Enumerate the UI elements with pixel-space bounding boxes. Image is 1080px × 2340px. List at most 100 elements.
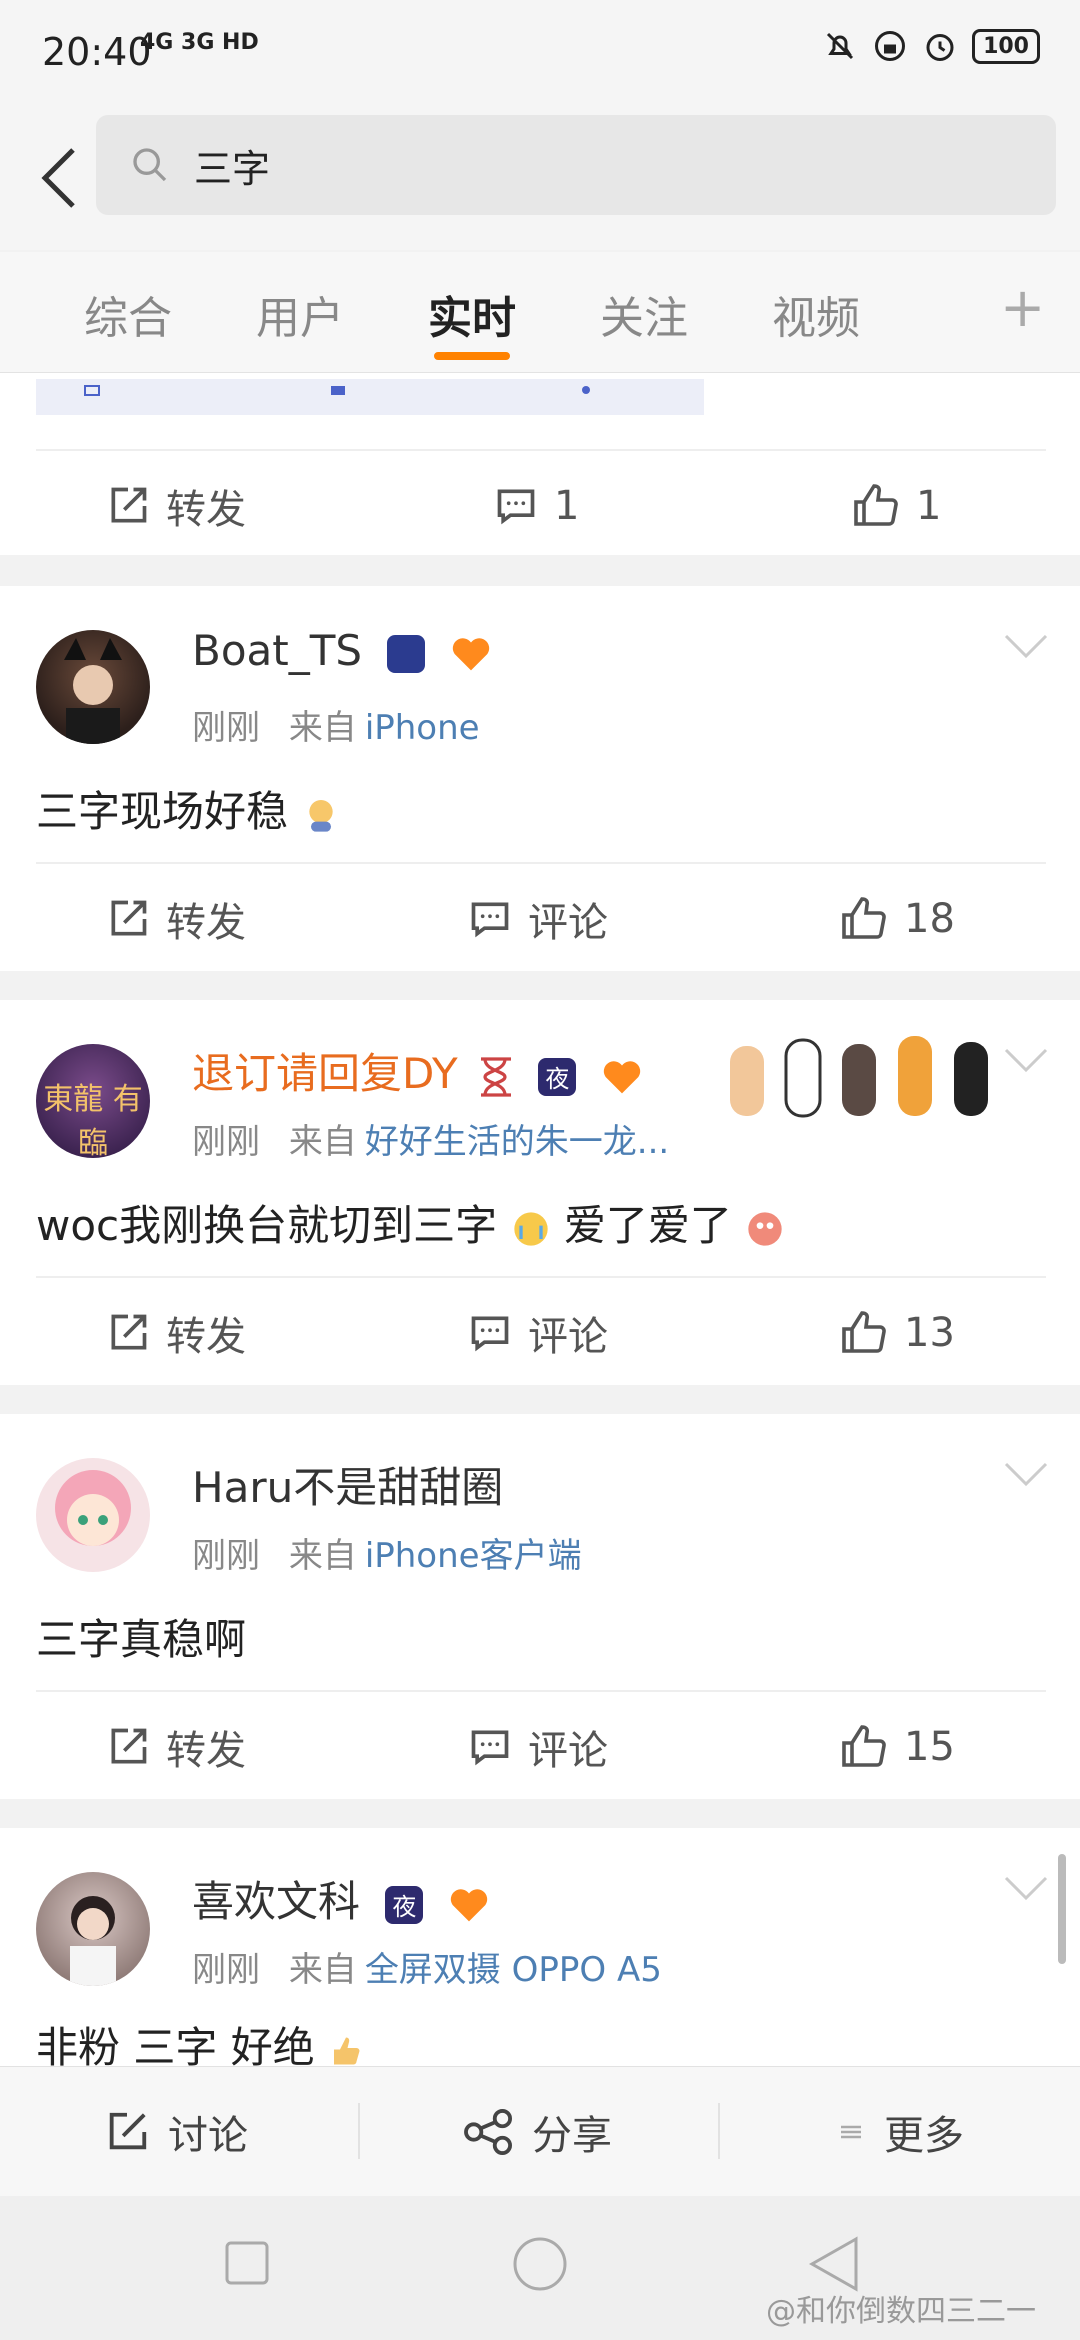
post-text: 三字现场好稳 <box>36 778 341 839</box>
tab-following[interactable]: 关注 <box>600 282 688 346</box>
username-text: 喜欢文科 <box>192 1877 361 1926</box>
comment-button[interactable]: 评论 <box>468 1278 608 1388</box>
username[interactable]: 喜欢文科 夜 <box>192 1868 489 1929</box>
thumbs-up-emoji-icon <box>334 2037 360 2064</box>
tab-overview[interactable]: 综合 <box>84 282 172 346</box>
post-actions: 转发 评论 15 <box>0 1692 1080 1802</box>
comment-icon <box>497 489 535 525</box>
chevron-down-icon[interactable] <box>1004 1462 1048 1488</box>
home-button[interactable] <box>512 2236 568 2292</box>
username[interactable]: Boat_TS <box>192 626 491 675</box>
post-card: 東龍 有臨 退订请回复DY 夜 刚刚 来自 好好生活的朱一龙... woc我刚换台… <box>0 1000 1080 1385</box>
post-source[interactable]: 好好生活的朱一龙... <box>365 1122 669 1162</box>
heart-icon <box>452 637 489 670</box>
active-tab-indicator <box>434 352 510 360</box>
post-actions: 转发 1 1 <box>0 451 1080 561</box>
chat-icon <box>331 386 345 395</box>
from-label: 来自 <box>288 708 357 748</box>
search-input[interactable]: 三字 <box>96 115 1056 215</box>
cat-paws-decoration-icon <box>730 1036 988 1118</box>
like-button[interactable]: 18 <box>840 864 955 974</box>
network-indicator: 4G 3G HD <box>140 30 259 55</box>
chevron-down-icon[interactable] <box>1004 1048 1048 1074</box>
thumbs-up-icon <box>842 897 886 939</box>
repost-label: 转发 <box>166 487 246 533</box>
repost-button[interactable]: 转发 <box>106 864 246 974</box>
comment-label: 评论 <box>528 1314 608 1360</box>
tab-video[interactable]: 视频 <box>772 282 860 346</box>
username-text: Haru不是甜甜圈 <box>192 1463 504 1512</box>
post-time: 刚刚 <box>192 1536 260 1576</box>
avatar[interactable] <box>36 1458 150 1572</box>
girl-avatar-icon <box>70 1896 116 1986</box>
search-icon <box>133 148 167 182</box>
share-button[interactable]: 分享 <box>464 2067 612 2197</box>
mute-bell-icon <box>827 32 854 60</box>
repost-button[interactable]: 转发 <box>106 451 246 561</box>
like-count: 1 <box>916 483 942 529</box>
avatar[interactable]: 東龍 有臨 <box>36 1044 150 1158</box>
discuss-label: 讨论 <box>168 2113 248 2159</box>
more-button[interactable]: 更多 <box>836 2067 964 2197</box>
post-text: 三字真稳啊 <box>36 1606 246 1667</box>
tab-users[interactable]: 用户 <box>256 282 344 346</box>
recent-apps-button[interactable] <box>224 2240 270 2286</box>
night-badge-icon: 夜 <box>385 1885 424 1924</box>
post-time: 刚刚 <box>192 1950 260 1990</box>
like-count: 18 <box>904 896 955 942</box>
scrollbar[interactable] <box>1058 1854 1066 1964</box>
chevron-down-icon[interactable] <box>1004 634 1048 660</box>
chevron-down-icon[interactable] <box>1004 1876 1048 1902</box>
battery-indicator: 100 <box>972 28 1040 64</box>
share-icon <box>464 2109 512 2155</box>
share-label: 分享 <box>532 2113 612 2159</box>
post-actions: 转发 评论 13 <box>0 1278 1080 1388</box>
watermark: @和你倒数四三二一 <box>766 2294 1036 2329</box>
back-button[interactable] <box>24 138 94 218</box>
like-button[interactable]: 15 <box>840 1692 955 1802</box>
comment-button[interactable]: 评论 <box>468 1692 608 1802</box>
add-tab-button[interactable]: + <box>1000 276 1045 339</box>
like-button[interactable]: 1 <box>852 451 941 561</box>
heart-icon <box>603 1060 640 1093</box>
separator <box>358 2103 360 2159</box>
comment-icon <box>471 902 509 938</box>
tab-bar: 综合 用户 实时 关注 视频 + <box>0 252 1080 373</box>
menu-lines-icon <box>841 2125 861 2139</box>
post-meta: 刚刚 来自 全屏双摄 OPPO A5 <box>192 1942 662 1991</box>
monitor-icon <box>84 385 100 396</box>
night-badge-icon: 夜 <box>538 1057 577 1096</box>
comment-button[interactable]: 评论 <box>468 864 608 974</box>
thumbs-up-icon <box>842 1725 886 1767</box>
from-label: 来自 <box>288 1536 357 1576</box>
post-card: 喜欢文科 夜 刚刚 来自 全屏双摄 OPPO A5 非粉 三字 好绝 <box>0 1828 1080 2072</box>
repost-button[interactable]: 转发 <box>106 1692 246 1802</box>
from-label: 来自 <box>288 1950 357 1990</box>
edit-icon <box>109 2112 147 2150</box>
repost-button[interactable]: 转发 <box>106 1278 246 1388</box>
from-label: 来自 <box>288 1122 357 1162</box>
post-card: Haru不是甜甜圈 刚刚 来自 iPhone客户端 三字真稳啊 转发 评论 15 <box>0 1414 1080 1799</box>
avatar[interactable] <box>36 1872 150 1986</box>
post-card-partial: 转发 1 1 <box>0 373 1080 555</box>
post-source[interactable]: iPhone客户端 <box>365 1536 582 1576</box>
repost-icon <box>111 1728 147 1764</box>
comment-icon <box>471 1730 509 1766</box>
avatar[interactable] <box>36 630 150 744</box>
username[interactable]: 退订请回复DY 夜 <box>192 1040 642 1101</box>
thumbs-up-icon <box>842 1311 886 1353</box>
back-nav-button[interactable] <box>808 2236 860 2292</box>
comment-label: 评论 <box>528 1728 608 1774</box>
repost-icon <box>111 487 147 523</box>
post-meta: 刚刚 来自 iPhone <box>192 700 480 749</box>
discuss-button[interactable]: 讨论 <box>104 2067 248 2197</box>
post-source[interactable]: iPhone <box>365 708 480 748</box>
tab-realtime[interactable]: 实时 <box>428 282 516 346</box>
post-meta: 刚刚 来自 iPhone客户端 <box>192 1528 582 1577</box>
post-text-content: 三字现场好稳 <box>36 787 289 836</box>
like-button[interactable]: 13 <box>840 1278 955 1388</box>
username[interactable]: Haru不是甜甜圈 <box>192 1454 503 1515</box>
comment-button[interactable]: 1 <box>494 451 579 561</box>
post-source[interactable]: 全屏双摄 OPPO A5 <box>365 1950 662 1990</box>
post-text-content: woc我刚换台就切到三字 <box>36 1201 498 1250</box>
